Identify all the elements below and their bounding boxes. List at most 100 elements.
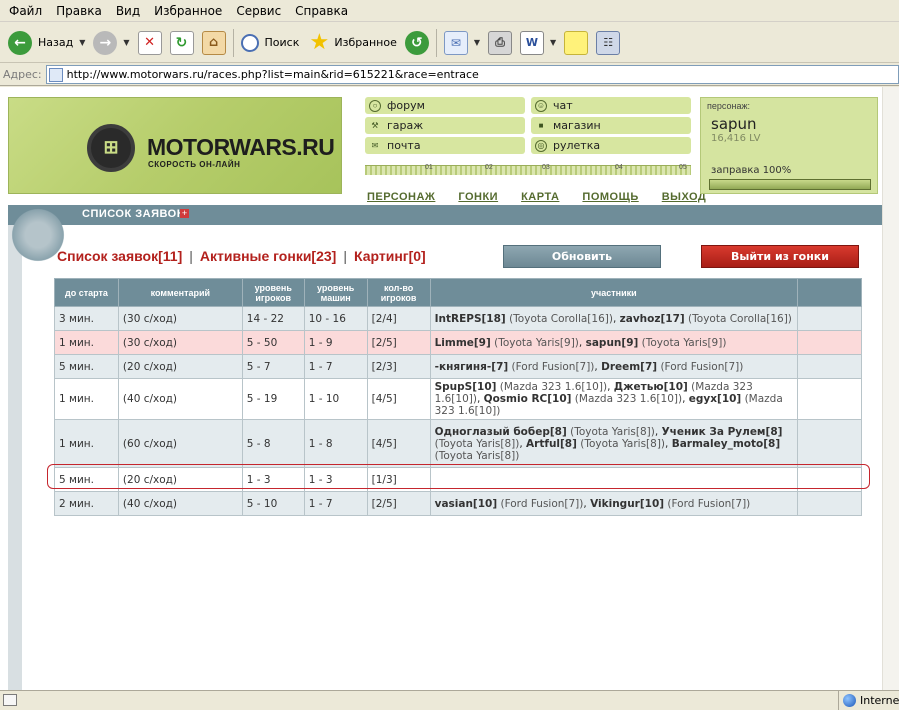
menu-view[interactable]: Вид bbox=[109, 4, 147, 18]
research-icon: ☷ bbox=[596, 30, 621, 55]
nav-chat[interactable]: ☺ чат bbox=[531, 97, 691, 114]
tab-karting[interactable]: Картинг[0] bbox=[354, 248, 426, 264]
action-cell[interactable] bbox=[797, 378, 862, 420]
participant-name[interactable]: sapun[9] bbox=[586, 337, 639, 349]
tab-requests[interactable]: Список заявок[11] bbox=[57, 248, 182, 264]
comment-cell: (30 с/ход) bbox=[117, 306, 243, 331]
research-button[interactable]: ☷ bbox=[592, 26, 624, 60]
refresh-button[interactable]: ↻ bbox=[166, 26, 198, 60]
participant-name[interactable]: SpupS[10] bbox=[435, 381, 497, 393]
participant-name[interactable]: Одноглазый бобер[8] bbox=[435, 426, 567, 438]
action-cell[interactable] bbox=[797, 491, 862, 516]
scale-label: 04 bbox=[615, 164, 623, 171]
action-cell[interactable] bbox=[797, 306, 862, 331]
start-cell: 2 мин. bbox=[54, 491, 119, 516]
edit-button[interactable]: W ▼ bbox=[516, 26, 560, 60]
player-header: персонаж: bbox=[707, 101, 750, 111]
site-logo[interactable]: ⊞ MOTORWARS.RU СКОРОСТЬ ОН-ЛАЙН bbox=[8, 97, 342, 194]
participant-name[interactable]: Limme[9] bbox=[435, 337, 491, 349]
participant-car: (Toyota Yaris[9]) bbox=[641, 336, 727, 349]
menu-favorites[interactable]: Избранное bbox=[147, 4, 229, 18]
count-cell: [2/5] bbox=[366, 491, 431, 516]
menu-tools[interactable]: Сервис bbox=[229, 4, 288, 18]
exit-race-button[interactable]: Выйти из гонки bbox=[701, 245, 859, 268]
player-name[interactable]: sapun bbox=[711, 115, 757, 133]
participant-name[interactable]: zavhoz[17] bbox=[620, 313, 685, 325]
participant-name[interactable]: egyx[10] bbox=[689, 393, 741, 405]
history-button[interactable]: ↺ bbox=[401, 26, 433, 60]
back-button[interactable]: ← Назад ▼ bbox=[4, 26, 89, 60]
refresh-list-button[interactable]: Обновить bbox=[503, 245, 661, 268]
nav-roulette[interactable]: ◎ рулетка bbox=[531, 137, 691, 154]
expand-icon[interactable]: + bbox=[180, 209, 189, 218]
chevron-down-icon[interactable]: ▼ bbox=[550, 38, 556, 47]
table-row[interactable]: 1 мин. (60 с/ход) 5 - 81 - 8 [4/5] Одноглазы… bbox=[54, 419, 862, 468]
address-url[interactable]: http://www.motorwars.ru/races.php?list=m… bbox=[67, 68, 479, 81]
home-button[interactable]: ⌂ bbox=[198, 26, 230, 60]
participant-name[interactable]: IntREPS[18] bbox=[435, 313, 506, 325]
action-cell[interactable] bbox=[797, 467, 862, 492]
nav-scale: 01 02 03 04 05 bbox=[365, 164, 691, 175]
participant-name[interactable]: vasian[10] bbox=[435, 498, 498, 510]
nav-mail[interactable]: ✉ почта bbox=[365, 137, 525, 154]
back-label: Назад bbox=[38, 36, 74, 49]
search-button[interactable]: Поиск bbox=[237, 26, 304, 60]
tab-separator: | bbox=[343, 248, 347, 264]
mail-button[interactable]: ✉ ▼ bbox=[440, 26, 484, 60]
participant-name[interactable]: Джетью[10] bbox=[614, 381, 688, 393]
nav-forum[interactable]: ○ форум bbox=[365, 97, 525, 114]
participant-name[interactable]: Barmaley_moto[8] bbox=[672, 438, 780, 450]
participants-cell: SpupS[10] (Mazda 323 1.6[10]), Джетью[10… bbox=[429, 378, 799, 420]
action-cell[interactable] bbox=[797, 330, 862, 355]
action-cell[interactable] bbox=[797, 354, 862, 379]
note-icon bbox=[564, 30, 589, 55]
menu-file[interactable]: Файл bbox=[2, 4, 49, 18]
scale-label: 03 bbox=[542, 164, 550, 171]
participant-name[interactable]: -княгиня-[7] bbox=[435, 361, 509, 373]
participant-name[interactable]: Vikingur[10] bbox=[590, 498, 664, 510]
link-races[interactable]: ГОНКИ bbox=[458, 191, 498, 203]
discuss-button[interactable] bbox=[560, 26, 592, 60]
table-row[interactable]: 2 мин. (40 с/ход) 5 - 10 1 - 7 [2/5] vasian[1… bbox=[54, 491, 862, 516]
link-map[interactable]: КАРТА bbox=[521, 191, 559, 203]
globe-icon bbox=[843, 694, 856, 707]
count-cell: [4/5] bbox=[366, 378, 431, 420]
tab-active-races[interactable]: Активные гонки[23] bbox=[200, 248, 336, 264]
menu-edit[interactable]: Правка bbox=[49, 4, 109, 18]
menu-bar: Файл Правка Вид Избранное Сервис Справка bbox=[0, 0, 899, 22]
forward-button[interactable]: → ▼ bbox=[89, 26, 133, 60]
car-level-cell: 1 - 8 bbox=[303, 419, 368, 468]
toolbar-separator bbox=[232, 28, 234, 57]
menu-help[interactable]: Справка bbox=[288, 4, 355, 18]
address-input[interactable]: http://www.motorwars.ru/races.php?list=m… bbox=[45, 65, 899, 84]
col-count: кол-во игроков bbox=[366, 278, 431, 307]
stop-button[interactable]: ✕ bbox=[134, 26, 166, 60]
link-character[interactable]: ПЕРСОНАЖ bbox=[367, 191, 435, 203]
participant-name[interactable]: Dreem[7] bbox=[601, 361, 657, 373]
wrench-icon: ⚒ bbox=[371, 121, 379, 130]
chevron-down-icon[interactable]: ▼ bbox=[79, 38, 85, 47]
participant-car: (Toyota Yaris[8]) bbox=[434, 437, 520, 450]
participant-car: (Ford Fusion[7]) bbox=[667, 497, 751, 510]
print-button[interactable]: ⎙ bbox=[484, 26, 516, 60]
table-row[interactable]: 1 мин. (30 с/ход) 5 - 50 1 - 9 [2/5] Limme[9]… bbox=[54, 330, 862, 355]
table-row[interactable]: 5 мин. (20 с/ход) 5 - 71 - 7 [2/3] -княгиня-… bbox=[54, 354, 862, 379]
action-cell[interactable] bbox=[797, 419, 862, 468]
nav-shop[interactable]: ■ магазин bbox=[531, 117, 691, 134]
favorites-button[interactable]: ★ Избранное bbox=[303, 26, 400, 60]
scrollbar[interactable] bbox=[882, 87, 899, 690]
participant-name[interactable]: Qosmio RC[10] bbox=[484, 393, 572, 405]
nav-links: ПЕРСОНАЖ ГОНКИ КАРТА ПОМОЩЬ ВЫХОД bbox=[367, 191, 706, 203]
table-row[interactable]: 1 мин. (40 с/ход) 5 - 19 1 - 10 [4/5] SpupS[1… bbox=[54, 378, 862, 420]
participant-name[interactable]: Artful[8] bbox=[526, 438, 577, 450]
table-row[interactable]: 3 мин. (30 с/ход) 14 - 22 10 - 16 [2/4] IntRE… bbox=[54, 306, 862, 331]
chevron-down-icon[interactable]: ▼ bbox=[123, 38, 129, 47]
participant-name[interactable]: Ученик За Рулем[8] bbox=[662, 426, 783, 438]
chevron-down-icon[interactable]: ▼ bbox=[474, 38, 480, 47]
link-help[interactable]: ПОМОЩЬ bbox=[582, 191, 638, 203]
count-cell: [4/5] bbox=[366, 419, 431, 468]
participant-car: (Toyota Corolla[16]) bbox=[688, 312, 792, 325]
table-row[interactable]: 5 мин. (20 с/ход) 1 - 31 - 3 [1/3] bbox=[54, 467, 862, 492]
col-player-level: уровень игроков bbox=[241, 278, 305, 307]
nav-garage[interactable]: ⚒ гараж bbox=[365, 117, 525, 134]
